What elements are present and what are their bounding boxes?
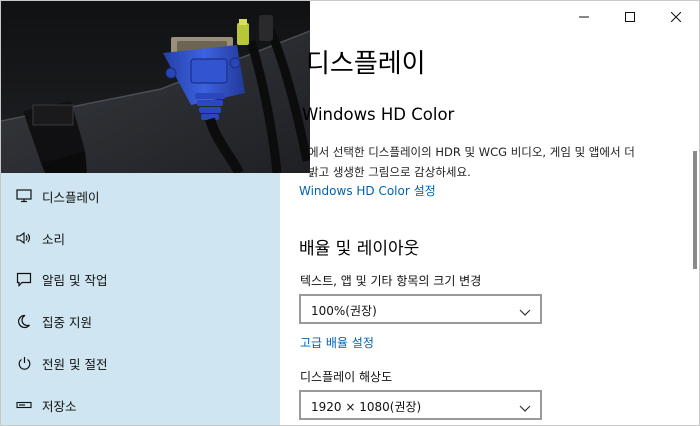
notification-icon <box>15 270 33 288</box>
chevron-down-icon <box>519 399 531 412</box>
speaker-icon <box>15 229 33 247</box>
moon-icon <box>15 312 33 330</box>
scale-label: 텍스트, 앱 및 기타 항목의 크기 변경 <box>300 274 482 288</box>
description-line: 에서 선택한 디스플레이의 HDR 및 WCG 비디오, 게임 및 앱에서 더 <box>308 145 635 159</box>
connector-photo <box>1 1 310 173</box>
hd-color-settings-link[interactable]: Windows HD Color 설정 <box>299 182 436 199</box>
sidebar-item-label: 소리 <box>42 231 66 247</box>
close-icon <box>670 7 682 26</box>
sidebar-item-label: 디스플레이 <box>42 189 100 205</box>
hd-color-description: 에서 선택한 디스플레이의 HDR 및 WCG 비디오, 게임 및 앱에서 더 … <box>308 142 698 182</box>
maximize-icon <box>625 7 635 26</box>
minimize-button[interactable] <box>561 1 607 31</box>
scale-dropdown[interactable]: 100%(권장) <box>299 294 542 324</box>
sidebar-item-display[interactable]: 디스플레이 <box>1 175 280 217</box>
sidebar-item-label: 전원 및 절전 <box>42 356 108 372</box>
sidebar-item-label: 저장소 <box>42 398 77 414</box>
maximize-button[interactable] <box>607 1 653 31</box>
storage-icon <box>15 396 33 414</box>
scale-value: 100%(권장) <box>311 304 377 318</box>
sidebar-item-label: 집중 지원 <box>42 314 92 330</box>
sidebar-item-label: 알림 및 작업 <box>42 272 108 288</box>
monitor-icon <box>15 187 33 205</box>
page-title: 디스플레이 <box>306 49 426 79</box>
sidebar-item-focus-assist[interactable]: 집중 지원 <box>1 300 280 342</box>
sidebar-item-storage[interactable]: 저장소 <box>1 384 280 425</box>
minimize-icon <box>579 7 589 26</box>
close-button[interactable] <box>653 1 699 31</box>
resolution-label: 디스플레이 해상도 <box>300 370 393 384</box>
sidebar-item-notifications[interactable]: 알림 및 작업 <box>1 258 280 300</box>
scrollbar-thumb[interactable] <box>693 151 697 269</box>
resolution-dropdown[interactable]: 1920 × 1080(권장) <box>299 390 542 420</box>
sidebar-item-sound[interactable]: 소리 <box>1 217 280 259</box>
chevron-down-icon <box>519 303 531 316</box>
scale-layout-title: 배율 및 레이아웃 <box>299 239 420 259</box>
sidebar-item-power-sleep[interactable]: 전원 및 절전 <box>1 342 280 384</box>
hd-color-title: Windows HD Color <box>302 105 455 124</box>
resolution-value: 1920 × 1080(권장) <box>311 400 422 414</box>
advanced-scaling-link[interactable]: 고급 배율 설정 <box>300 334 374 351</box>
settings-window: 디스플레이 소리 알림 및 작업 집중 지원 전원 및 절전 저장소 디스플레이… <box>0 0 700 426</box>
power-icon <box>15 354 33 372</box>
window-controls <box>561 1 699 31</box>
description-line: 밝고 생생한 그림으로 감상하세요. <box>308 165 471 179</box>
